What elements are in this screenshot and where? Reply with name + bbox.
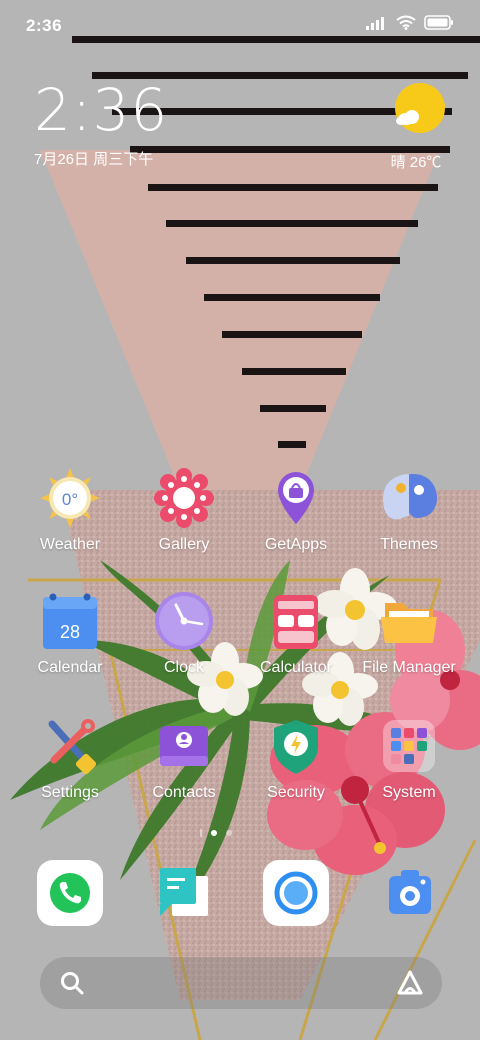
app-label: Security xyxy=(267,784,325,801)
getapps-icon xyxy=(266,468,326,528)
settings-icon xyxy=(40,716,100,776)
browser-icon xyxy=(263,860,329,926)
app-label: Calendar xyxy=(37,659,103,676)
app-getapps[interactable]: GetApps xyxy=(241,468,351,554)
calculator-icon xyxy=(266,591,326,651)
page-indicator[interactable] xyxy=(200,829,232,837)
status-time: 2:36 xyxy=(26,16,63,35)
dock-browser[interactable] xyxy=(263,860,329,926)
app-file-manager[interactable]: File Manager xyxy=(354,591,464,677)
app-label: System xyxy=(382,784,436,801)
app-label: File Manager xyxy=(362,659,456,676)
calendar-icon: 28 xyxy=(40,591,100,651)
dock-phone[interactable] xyxy=(37,860,103,926)
app-themes[interactable]: Themes xyxy=(354,468,464,554)
camera-icon xyxy=(389,870,431,914)
dock-messages[interactable] xyxy=(150,860,216,926)
app-label: Themes xyxy=(380,536,438,553)
app-label: Calculator xyxy=(259,659,333,676)
themes-icon xyxy=(379,468,439,528)
page-dot-active xyxy=(211,830,217,836)
system-folder-icon xyxy=(379,716,439,776)
app-weather[interactable]: 0° Weather xyxy=(15,468,125,554)
battery-icon xyxy=(424,15,453,30)
app-system-folder[interactable]: System xyxy=(354,716,464,802)
weather-icon-temp: 0° xyxy=(62,490,78,509)
app-calendar[interactable]: 28 Calendar xyxy=(15,591,125,677)
weather-temp: 晴 26℃ xyxy=(390,154,442,171)
dock-camera[interactable] xyxy=(377,860,443,926)
signal-icon xyxy=(366,16,384,30)
gallery-icon xyxy=(154,468,214,528)
app-clock[interactable]: Clock xyxy=(129,591,239,677)
app-label: Contacts xyxy=(152,784,216,801)
calendar-icon-day: 28 xyxy=(60,622,80,642)
app-label: GetApps xyxy=(264,536,328,553)
status-bar: 2:36 xyxy=(0,0,480,50)
clock-icon xyxy=(154,591,214,651)
search-bar[interactable] xyxy=(40,957,442,1009)
app-contacts[interactable]: Contacts xyxy=(129,716,239,802)
sun-cloud-icon xyxy=(395,83,445,133)
status-icons xyxy=(366,15,454,30)
phone-icon xyxy=(37,860,103,926)
app-label: Settings xyxy=(41,784,99,801)
page-indicator-menu xyxy=(200,829,202,837)
search-icon[interactable] xyxy=(59,970,85,996)
messages-icon xyxy=(160,868,208,916)
weather-widget[interactable]: 晴 26℃ xyxy=(386,82,446,172)
clock-time: 2:36 xyxy=(34,76,169,144)
assistant-icon[interactable] xyxy=(396,969,424,997)
contacts-icon xyxy=(154,716,214,776)
wifi-icon xyxy=(396,15,416,30)
app-gallery[interactable]: Gallery xyxy=(129,468,239,554)
app-security[interactable]: Security xyxy=(241,716,351,802)
app-settings[interactable]: Settings xyxy=(15,716,125,802)
clock-date: 7月26日 周三下午 xyxy=(34,151,154,168)
weather-icon: 0° xyxy=(40,468,100,528)
app-label: Gallery xyxy=(158,536,210,553)
home-screen: 2:36 2:36 7月26日 周三下午 晴 26℃ 0° Weather Ga… xyxy=(0,0,480,1040)
app-calculator[interactable]: Calculator xyxy=(241,591,351,677)
clock-widget[interactable]: 2:36 7月26日 周三下午 xyxy=(34,78,168,169)
app-label: Weather xyxy=(39,536,101,553)
folder-icon xyxy=(379,591,439,651)
page-dot xyxy=(226,830,232,836)
security-icon xyxy=(266,716,326,776)
app-label: Clock xyxy=(163,659,204,676)
